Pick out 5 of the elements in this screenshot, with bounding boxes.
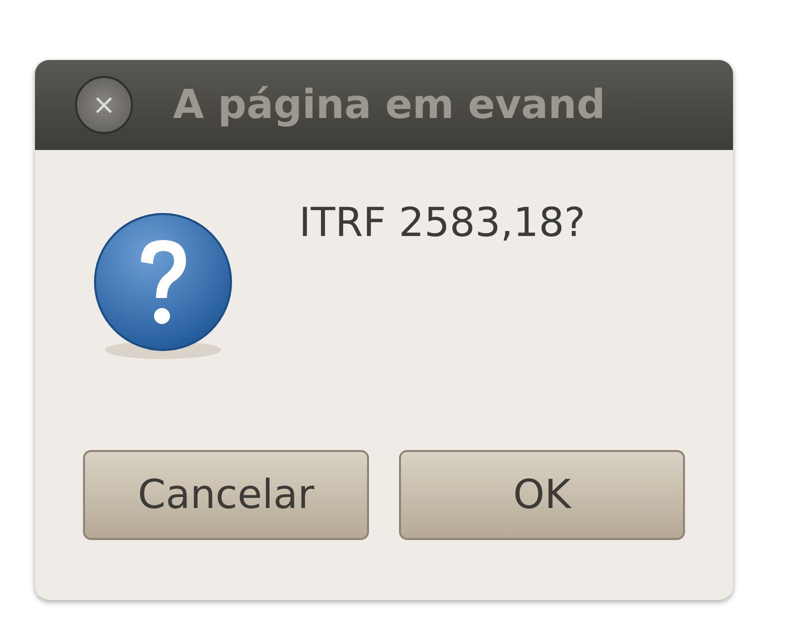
window-title: A página em evand xyxy=(173,82,606,128)
question-icon xyxy=(93,212,233,362)
dialog-button[interactable]: Cancelar xyxy=(83,450,369,540)
dialog-button[interactable]: OK xyxy=(399,450,685,540)
message-text: ITRF 2583,18? xyxy=(299,200,586,246)
